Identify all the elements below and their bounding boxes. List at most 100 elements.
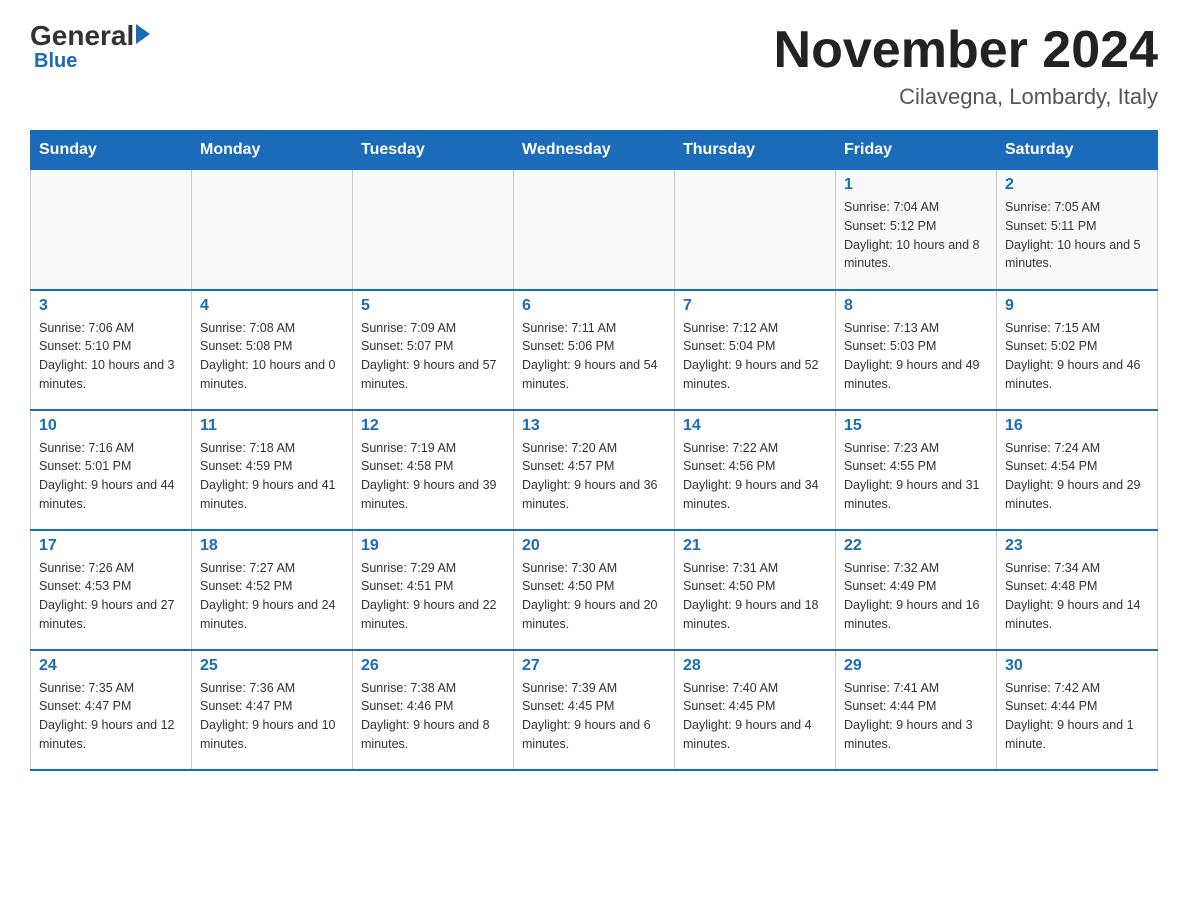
table-row: 25Sunrise: 7:36 AM Sunset: 4:47 PM Dayli… [192,650,353,770]
logo: General Blue [30,20,150,73]
day-number: 14 [683,417,827,435]
table-row: 6Sunrise: 7:11 AM Sunset: 5:06 PM Daylig… [514,290,675,410]
table-row: 27 Sunrise: 7:39 AM Sunset: 4:45 PM Dayli… [514,650,675,770]
table-row: 15 Sunrise: 7:23 AM Sunset: 4:55 PM Dayli… [836,410,997,530]
day-info: Sunrise: 7:22 AM Sunset: 4:56 PM Dayligh… [683,439,827,514]
calendar-week-row: 3Sunrise: 7:06 AM Sunset: 5:10 PM Daylig… [31,290,1158,410]
table-row: 9 Sunrise: 7:15 AM Sunset: 5:02 PM Daylig… [997,290,1158,410]
day-info: Sunrise: 7:24 AM Sunset: 4:54 PM Dayligh… [1005,439,1149,514]
day-number: 26 [361,657,505,675]
day-info: Sunrise: 7:12 AM Sunset: 5:04 PM Dayligh… [683,319,827,394]
day-info: Sunrise: 7:30 AM Sunset: 4:50 PM Dayligh… [522,559,666,634]
day-number: 27 [522,657,666,675]
header-monday: Monday [192,131,353,170]
table-row: 16Sunrise: 7:24 AM Sunset: 4:54 PM Dayli… [997,410,1158,530]
table-row: 14 Sunrise: 7:22 AM Sunset: 4:56 PM Dayli… [675,410,836,530]
calendar-week-row: 24Sunrise: 7:35 AM Sunset: 4:47 PM Dayli… [31,650,1158,770]
day-number: 21 [683,537,827,555]
location-subtitle: Cilavegna, Lombardy, Italy [774,84,1158,110]
table-row: 23 Sunrise: 7:34 AM Sunset: 4:48 PM Dayli… [997,530,1158,650]
table-row [353,170,514,290]
logo-blue: Blue [34,50,77,73]
table-row: 26 Sunrise: 7:38 AM Sunset: 4:46 PM Dayli… [353,650,514,770]
header-sunday: Sunday [31,131,192,170]
table-row [31,170,192,290]
day-info: Sunrise: 7:29 AM Sunset: 4:51 PM Dayligh… [361,559,505,634]
table-row: 13 Sunrise: 7:20 AM Sunset: 4:57 PM Dayli… [514,410,675,530]
table-row [192,170,353,290]
day-info: Sunrise: 7:20 AM Sunset: 4:57 PM Dayligh… [522,439,666,514]
day-info: Sunrise: 7:09 AM Sunset: 5:07 PM Dayligh… [361,319,505,394]
table-row: 8Sunrise: 7:13 AM Sunset: 5:03 PM Daylig… [836,290,997,410]
table-row: 17 Sunrise: 7:26 AM Sunset: 4:53 PM Dayli… [31,530,192,650]
day-info: Sunrise: 7:41 AM Sunset: 4:44 PM Dayligh… [844,679,988,754]
day-number: 1 [844,176,988,194]
day-number: 4 [200,297,344,315]
day-number: 29 [844,657,988,675]
table-row: 10 Sunrise: 7:16 AM Sunset: 5:01 PM Dayli… [31,410,192,530]
day-number: 8 [844,297,988,315]
day-info: Sunrise: 7:31 AM Sunset: 4:50 PM Dayligh… [683,559,827,634]
header-tuesday: Tuesday [353,131,514,170]
day-number: 6 [522,297,666,315]
logo-general: General [30,20,134,52]
table-row: 28 Sunrise: 7:40 AM Sunset: 4:45 PM Dayli… [675,650,836,770]
header-wednesday: Wednesday [514,131,675,170]
day-number: 12 [361,417,505,435]
day-info: Sunrise: 7:04 AM Sunset: 5:12 PM Dayligh… [844,198,988,273]
calendar-week-row: 10 Sunrise: 7:16 AM Sunset: 5:01 PM Dayli… [31,410,1158,530]
table-row: 12Sunrise: 7:19 AM Sunset: 4:58 PM Dayli… [353,410,514,530]
day-info: Sunrise: 7:32 AM Sunset: 4:49 PM Dayligh… [844,559,988,634]
day-number: 11 [200,417,344,435]
day-number: 5 [361,297,505,315]
day-number: 13 [522,417,666,435]
table-row: 19 Sunrise: 7:29 AM Sunset: 4:51 PM Dayli… [353,530,514,650]
day-info: Sunrise: 7:40 AM Sunset: 4:45 PM Dayligh… [683,679,827,754]
day-info: Sunrise: 7:26 AM Sunset: 4:53 PM Dayligh… [39,559,183,634]
calendar-header-row: Sunday Monday Tuesday Wednesday Thursday… [31,131,1158,170]
day-info: Sunrise: 7:18 AM Sunset: 4:59 PM Dayligh… [200,439,344,514]
header-thursday: Thursday [675,131,836,170]
logo-arrow-icon [136,24,150,44]
header-friday: Friday [836,131,997,170]
table-row: 21 Sunrise: 7:31 AM Sunset: 4:50 PM Dayli… [675,530,836,650]
day-number: 24 [39,657,183,675]
table-row: 1 Sunrise: 7:04 AM Sunset: 5:12 PM Daylig… [836,170,997,290]
day-number: 28 [683,657,827,675]
day-number: 20 [522,537,666,555]
day-number: 25 [200,657,344,675]
calendar-week-row: 1 Sunrise: 7:04 AM Sunset: 5:12 PM Daylig… [31,170,1158,290]
day-number: 23 [1005,537,1149,555]
table-row: 11 Sunrise: 7:18 AM Sunset: 4:59 PM Dayli… [192,410,353,530]
day-info: Sunrise: 7:16 AM Sunset: 5:01 PM Dayligh… [39,439,183,514]
table-row: 24Sunrise: 7:35 AM Sunset: 4:47 PM Dayli… [31,650,192,770]
table-row: 29 Sunrise: 7:41 AM Sunset: 4:44 PM Dayli… [836,650,997,770]
header-saturday: Saturday [997,131,1158,170]
logo-text: General [30,20,150,52]
day-info: Sunrise: 7:08 AM Sunset: 5:08 PM Dayligh… [200,319,344,394]
day-info: Sunrise: 7:23 AM Sunset: 4:55 PM Dayligh… [844,439,988,514]
day-info: Sunrise: 7:34 AM Sunset: 4:48 PM Dayligh… [1005,559,1149,634]
day-number: 15 [844,417,988,435]
day-info: Sunrise: 7:15 AM Sunset: 5:02 PM Dayligh… [1005,319,1149,394]
table-row: 3Sunrise: 7:06 AM Sunset: 5:10 PM Daylig… [31,290,192,410]
table-row: 4 Sunrise: 7:08 AM Sunset: 5:08 PM Daylig… [192,290,353,410]
table-row [514,170,675,290]
table-row: 7Sunrise: 7:12 AM Sunset: 5:04 PM Daylig… [675,290,836,410]
page-header: General Blue November 2024 Cilavegna, Lo… [30,20,1158,110]
day-info: Sunrise: 7:38 AM Sunset: 4:46 PM Dayligh… [361,679,505,754]
month-year-title: November 2024 [774,20,1158,80]
table-row: 22Sunrise: 7:32 AM Sunset: 4:49 PM Dayli… [836,530,997,650]
day-number: 18 [200,537,344,555]
day-info: Sunrise: 7:27 AM Sunset: 4:52 PM Dayligh… [200,559,344,634]
day-info: Sunrise: 7:42 AM Sunset: 4:44 PM Dayligh… [1005,679,1149,754]
day-number: 17 [39,537,183,555]
day-info: Sunrise: 7:39 AM Sunset: 4:45 PM Dayligh… [522,679,666,754]
day-number: 10 [39,417,183,435]
table-row: 2 Sunrise: 7:05 AM Sunset: 5:11 PM Daylig… [997,170,1158,290]
day-number: 9 [1005,297,1149,315]
day-info: Sunrise: 7:05 AM Sunset: 5:11 PM Dayligh… [1005,198,1149,273]
day-number: 19 [361,537,505,555]
table-row [675,170,836,290]
day-number: 2 [1005,176,1149,194]
